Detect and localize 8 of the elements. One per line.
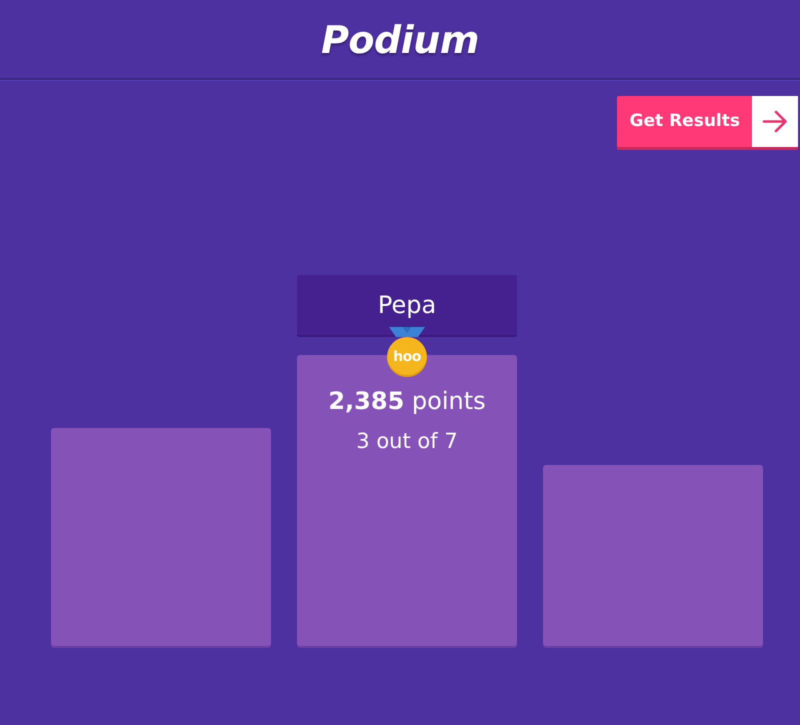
get-results-button[interactable]: Get Results — [616, 96, 798, 147]
score-text: 2,385 points — [328, 386, 486, 417]
progress-text: 3 out of 7 — [356, 428, 458, 456]
arrow-right-icon — [752, 96, 798, 147]
medal-badge: hoo — [387, 337, 427, 377]
page-title: Podium — [321, 19, 479, 59]
ribbon-icon — [389, 327, 425, 337]
player-name: Pepa — [297, 275, 517, 335]
